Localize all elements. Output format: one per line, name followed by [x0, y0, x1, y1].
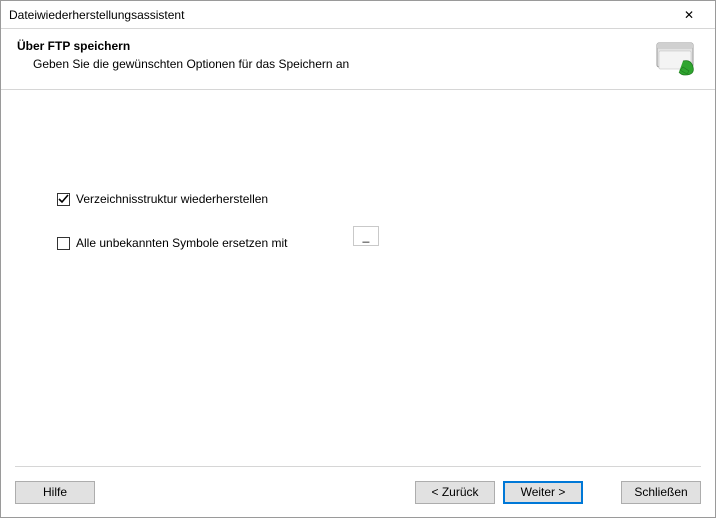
close-icon: ✕ — [684, 8, 694, 22]
wizard-footer: Hilfe < Zurück Weiter > Schließen — [1, 467, 715, 517]
dialog-window: Dateiwiederherstellungsassistent ✕ Über … — [0, 0, 716, 518]
checkmark-icon — [58, 194, 69, 205]
close-button[interactable]: ✕ — [669, 2, 709, 28]
close-wizard-button[interactable]: Schließen — [621, 481, 701, 504]
window-title: Dateiwiederherstellungsassistent — [9, 8, 669, 22]
page-title: Über FTP speichern — [17, 39, 645, 53]
next-button[interactable]: Weiter > — [503, 481, 583, 504]
replace-symbol-input[interactable] — [353, 226, 379, 246]
option-restore-structure[interactable]: Verzeichnisstruktur wiederherstellen — [57, 190, 715, 208]
replace-symbols-checkbox[interactable] — [57, 237, 70, 250]
wizard-content: Verzeichnisstruktur wiederherstellen All… — [1, 90, 715, 466]
replace-symbol-input-wrap — [353, 226, 379, 246]
wizard-header: Über FTP speichern Geben Sie die gewünsc… — [1, 29, 715, 90]
restore-structure-label: Verzeichnisstruktur wiederherstellen — [76, 192, 268, 206]
option-replace-symbols[interactable]: Alle unbekannten Symbole ersetzen mit — [57, 234, 715, 252]
wizard-header-text: Über FTP speichern Geben Sie die gewünsc… — [15, 39, 645, 71]
page-subtitle: Geben Sie die gewünschten Optionen für d… — [33, 57, 645, 71]
back-button[interactable]: < Zurück — [415, 481, 495, 504]
folder-ftp-icon — [653, 37, 701, 77]
replace-symbols-label: Alle unbekannten Symbole ersetzen mit — [76, 236, 287, 250]
restore-structure-checkbox[interactable] — [57, 193, 70, 206]
titlebar: Dateiwiederherstellungsassistent ✕ — [1, 1, 715, 29]
help-button[interactable]: Hilfe — [15, 481, 95, 504]
